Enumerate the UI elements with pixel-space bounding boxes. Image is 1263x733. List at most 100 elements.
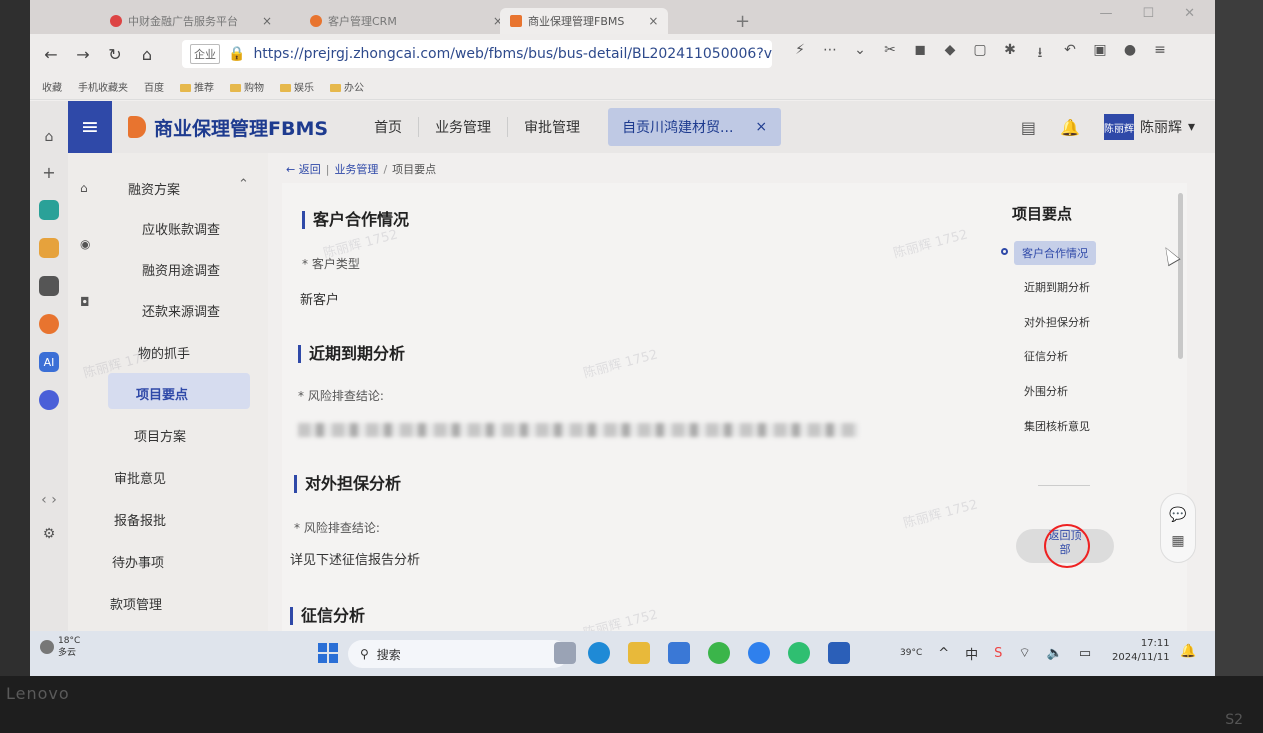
bookmark-recommend[interactable]: 推荐: [180, 79, 214, 94]
menu-item-receivables[interactable]: 应收账款调查: [142, 219, 220, 238]
menu-group-financing[interactable]: 融资方案: [128, 179, 180, 198]
scrollbar[interactable]: [1178, 193, 1183, 359]
scissors-icon[interactable]: ✂: [882, 42, 898, 66]
anchor-item[interactable]: 对外担保分析: [1024, 314, 1090, 330]
chevron-up-icon[interactable]: ^: [938, 646, 949, 661]
menu-item-approval-opinion[interactable]: 审批意见: [114, 468, 166, 487]
screenshot-icon[interactable]: ▢: [972, 42, 988, 66]
chevron-down-icon[interactable]: ⌄: [852, 42, 868, 66]
hamburger-menu-button[interactable]: ≡: [68, 101, 112, 153]
back-icon[interactable]: ←: [40, 45, 62, 64]
weather-widget[interactable]: 18°C 多云: [40, 635, 80, 659]
new-tab-button[interactable]: +: [725, 8, 760, 34]
chat-icon[interactable]: [39, 276, 59, 296]
breadcrumb-item[interactable]: 业务管理: [334, 163, 378, 176]
undo-icon[interactable]: ↶: [1062, 42, 1078, 66]
home-icon[interactable]: ⌂: [136, 45, 158, 64]
bot-icon[interactable]: [39, 390, 59, 410]
browser-icon[interactable]: [748, 642, 770, 664]
app-shortcut-icon[interactable]: [39, 200, 59, 220]
bookmark-entertainment[interactable]: 娱乐: [280, 79, 314, 94]
bell-icon[interactable]: 🔔: [1060, 118, 1080, 137]
ie-browser-icon[interactable]: [788, 642, 810, 664]
user-menu[interactable]: 陈丽辉 陈丽辉 ▾: [1103, 114, 1195, 140]
folder-icon: [280, 84, 291, 92]
expand-collapse-icon[interactable]: ‹ ›: [41, 492, 57, 508]
anchor-item[interactable]: 征信分析: [1024, 348, 1068, 364]
logo-icon: [128, 116, 146, 138]
menu-item-todo[interactable]: 待办事项: [112, 552, 164, 571]
browser-tab[interactable]: 客户管理CRM ×: [300, 8, 513, 34]
menu-item-fund-usage[interactable]: 融资用途调查: [142, 260, 220, 279]
sogou-icon[interactable]: S: [994, 646, 1002, 661]
maximize-icon[interactable]: ☐: [1142, 6, 1154, 21]
edge-icon[interactable]: [588, 642, 610, 664]
app-shortcut-icon[interactable]: [39, 238, 59, 258]
menu-item-project-points[interactable]: 项目要点: [136, 384, 188, 403]
bookmark-favorites[interactable]: 收藏: [42, 79, 62, 94]
more-icon[interactable]: ⋯: [822, 42, 838, 66]
home-icon[interactable]: ⌂: [45, 129, 54, 145]
bookmark-baidu[interactable]: 百度: [144, 79, 164, 94]
bookmark-shopping[interactable]: 购物: [230, 79, 264, 94]
store-icon[interactable]: [668, 642, 690, 664]
calendar-icon[interactable]: ▤: [1021, 118, 1036, 137]
bag-icon[interactable]: ▣: [1092, 42, 1108, 66]
extension-icon[interactable]: ◆: [942, 42, 958, 66]
ai-icon[interactable]: AI: [39, 352, 59, 372]
message-icon[interactable]: 💬: [1169, 507, 1186, 523]
reload-icon[interactable]: ↻: [104, 45, 126, 64]
anchor-item-active[interactable]: 客户合作情况: [1014, 241, 1096, 265]
anchor-item[interactable]: 外围分析: [1024, 383, 1068, 399]
menu-item-repayment[interactable]: 还款来源调查: [142, 301, 220, 320]
lightning-icon[interactable]: ⚡: [792, 42, 808, 66]
qrcode-icon[interactable]: ▦: [1171, 533, 1184, 549]
task-view-icon[interactable]: [554, 642, 576, 664]
anchor-item[interactable]: 集团核析意见: [1024, 418, 1090, 434]
forward-icon[interactable]: →: [72, 45, 94, 64]
browser-tab[interactable]: 中财金融广告服务平台 ×: [100, 8, 282, 34]
profile-icon[interactable]: ●: [1122, 42, 1138, 66]
word-icon[interactable]: [828, 642, 850, 664]
address-bar[interactable]: 企业 🔒 https://prejrgj.zhongcai.com/web/fb…: [182, 40, 772, 68]
bookmark-office[interactable]: 办公: [330, 79, 364, 94]
menu-item-filing[interactable]: 报备报批: [114, 510, 166, 529]
app-shortcut-icon[interactable]: [39, 314, 59, 334]
close-icon[interactable]: ×: [755, 119, 767, 135]
taskbar-clock[interactable]: 17:11 2024/11/11: [1112, 637, 1170, 665]
extension-icon[interactable]: ◼: [912, 42, 928, 66]
volume-icon[interactable]: 🔈: [1047, 646, 1063, 661]
ime-indicator[interactable]: 中: [965, 644, 978, 663]
wechat-icon[interactable]: [708, 642, 730, 664]
back-link[interactable]: ← 返回: [286, 163, 321, 176]
download-icon[interactable]: ⭳: [1032, 42, 1048, 66]
nav-approval[interactable]: 审批管理: [508, 117, 596, 137]
chevron-up-icon[interactable]: ⌃: [238, 177, 249, 192]
battery-icon[interactable]: ▭: [1079, 646, 1091, 661]
wifi-icon[interactable]: ⌔: [1018, 645, 1030, 661]
menu-item-payment[interactable]: 款项管理: [110, 594, 162, 613]
file-explorer-icon[interactable]: [628, 642, 650, 664]
notification-bell-icon[interactable]: 🔔: [1180, 644, 1196, 659]
taskbar-search[interactable]: ⚲ 搜索: [348, 640, 568, 668]
add-icon[interactable]: +: [42, 163, 55, 182]
app-logo[interactable]: 商业保理管理FBMS: [128, 114, 328, 141]
bookmark-mobile[interactable]: 手机收藏夹: [78, 79, 128, 94]
minimize-icon[interactable]: —: [1099, 6, 1112, 21]
anchor-item[interactable]: 近期到期分析: [1024, 279, 1090, 295]
settings-icon[interactable]: ⚙: [43, 526, 56, 542]
close-icon[interactable]: ×: [648, 14, 658, 28]
puzzle-icon[interactable]: ✱: [1002, 42, 1018, 66]
close-window-icon[interactable]: ✕: [1184, 6, 1195, 21]
start-button[interactable]: [318, 643, 338, 663]
nav-business[interactable]: 业务管理: [419, 117, 509, 137]
open-page-tab[interactable]: 自贡川鸿建材贸... ×: [608, 108, 782, 146]
weather-desc: 多云: [58, 648, 77, 658]
menu-icon[interactable]: ≡: [1152, 42, 1168, 66]
lock-icon: 🔒: [228, 46, 246, 62]
menu-item-project-plan[interactable]: 项目方案: [134, 426, 186, 445]
nav-home[interactable]: 首页: [358, 117, 420, 137]
close-icon[interactable]: ×: [262, 14, 272, 28]
browser-tab-active[interactable]: 商业保理管理FBMS ×: [500, 8, 669, 34]
url-tag: 企业: [190, 44, 220, 64]
